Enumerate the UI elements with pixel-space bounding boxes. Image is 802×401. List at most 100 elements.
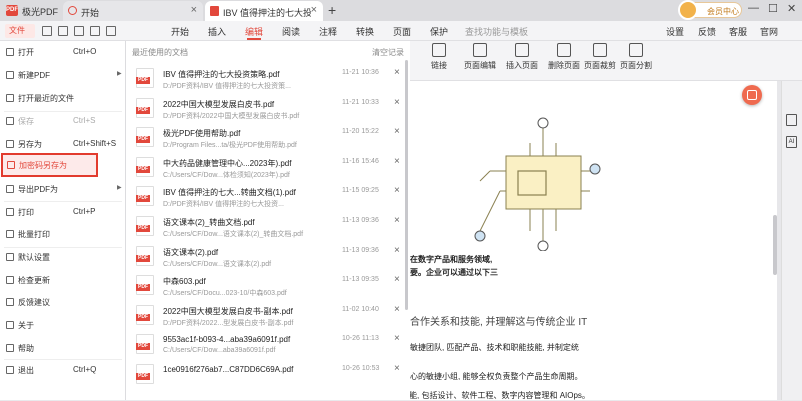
save-as-icon: [6, 140, 14, 148]
search-input[interactable]: 查找功能与模板: [465, 25, 528, 38]
list-item[interactable]: PDF 2022中国大模型发展白皮书.pdf D:/PDF资料/2022中国大模型发…: [126, 93, 408, 123]
file-menu-about[interactable]: 关于: [0, 314, 126, 336]
menu-page[interactable]: 页面: [393, 25, 411, 38]
remove-icon[interactable]: ×: [394, 97, 400, 108]
file-menu-batch-print[interactable]: 批量打印: [0, 223, 126, 245]
file-menu-open[interactable]: 打开 Ctrl+O: [0, 41, 126, 63]
chip-illustration: [474, 117, 601, 251]
list-item[interactable]: PDF 中森603.pdf C:/Users/CF/Docu...023-10/中森…: [126, 270, 408, 300]
file-menu-save-as[interactable]: 另存为 Ctrl+Shift+S: [0, 133, 126, 155]
file-menu-feedback[interactable]: 反馈建议: [0, 291, 126, 313]
file-menu-save-with-password[interactable]: 加密码另存为: [1, 153, 98, 177]
list-item[interactable]: PDF IBV 值得押注的七大...转曲文档(1).pdf D:/PDF资料/IBV…: [126, 181, 408, 211]
new-tab-button[interactable]: +: [328, 2, 336, 18]
file-path: D:/PDF资料/IBV 值得押注的七大投资...: [163, 201, 284, 209]
file-menu-help[interactable]: 帮助: [0, 337, 126, 359]
doc-text-line: 在数字产品和服务领域,: [410, 255, 493, 264]
remove-icon[interactable]: ×: [394, 274, 400, 285]
file-menu-exit[interactable]: 退出 Ctrl+Q: [0, 359, 126, 381]
menu-feedback[interactable]: 反馈: [698, 25, 716, 38]
list-item[interactable]: PDF 极光PDF使用帮助.pdf D:/Program Files...ta/极光…: [126, 122, 408, 152]
menu-edit[interactable]: 编辑: [245, 25, 263, 38]
menu-read[interactable]: 阅读: [282, 25, 300, 38]
title-bar: PDF 极光PDF 开始 × IBV 值得押注的七大投资 × + 会员中心 — …: [0, 0, 802, 21]
save-icon[interactable]: [42, 26, 52, 36]
menu-convert[interactable]: 转换: [356, 25, 374, 38]
crop-page-button[interactable]: 页面裁剪: [580, 43, 620, 71]
list-item[interactable]: PDF 语文课本(2).pdf C:/Users/CF/Dow...语文课本(2).…: [126, 241, 408, 271]
menu-label: 检查更新: [18, 276, 50, 285]
avatar[interactable]: [678, 0, 698, 20]
list-item[interactable]: PDF 2022中国大模型发展白皮书-副本.pdf D:/PDF资料/2022...…: [126, 300, 408, 330]
list-item[interactable]: PDF 语文课本(2)_转曲文档.pdf C:/Users/CF/Dow...语文课…: [126, 211, 408, 241]
list-item[interactable]: PDF IBV 值得押注的七大投资策略.pdf D:/PDF资料/IBV 值得押注的…: [126, 63, 408, 93]
close-icon[interactable]: ×: [191, 4, 197, 16]
split-page-button[interactable]: 页面分割: [616, 43, 656, 71]
minimize-button[interactable]: —: [748, 2, 759, 14]
ai-icon[interactable]: AI: [786, 136, 797, 148]
menu-annotate[interactable]: 注释: [319, 25, 337, 38]
file-path: D:/PDF资料/2022...型发展白皮书-副本.pdf: [163, 319, 294, 327]
insert-page-button[interactable]: 插入页面: [502, 43, 542, 71]
file-menu-print[interactable]: 打印 Ctrl+P: [0, 201, 126, 223]
list-item[interactable]: PDF 1ce0916f276ab7...C87DD6C69A.pdf 10-26 …: [126, 359, 408, 389]
document-scrollbar[interactable]: [773, 215, 777, 275]
remove-icon[interactable]: ×: [394, 185, 400, 196]
file-menu-button[interactable]: 文件: [5, 24, 35, 38]
file-path: D:/Program Files...ta/极光PDF使用帮助.pdf: [163, 142, 297, 150]
menu-bar: 文件 开始 插入 编辑 阅读 注释 转换 页面 保护 查找功能与模板 设置 反馈…: [0, 21, 802, 41]
file-menu-default-settings[interactable]: 默认设置: [0, 246, 126, 268]
properties-icon[interactable]: [786, 114, 797, 126]
remove-icon[interactable]: ×: [394, 304, 400, 315]
redo-icon[interactable]: [106, 26, 116, 36]
menu-label: 反馈建议: [18, 298, 50, 307]
delete-page-button[interactable]: 删除页面: [544, 43, 584, 71]
menu-label: 关于: [18, 321, 34, 330]
tab-document[interactable]: IBV 值得押注的七大投资 ×: [205, 1, 323, 21]
remove-icon[interactable]: ×: [394, 156, 400, 167]
file-menu-recent[interactable]: 打开最近的文件: [0, 87, 126, 109]
page-edit-button[interactable]: 页面编辑: [460, 43, 500, 71]
recent-scrollbar[interactable]: [405, 60, 408, 310]
link-button[interactable]: 链接: [426, 43, 452, 71]
menu-start[interactable]: 开始: [171, 25, 189, 38]
menu-service[interactable]: 客服: [729, 25, 747, 38]
lock-icon: [7, 161, 15, 169]
pdf-file-icon: PDF: [136, 245, 154, 266]
remove-icon[interactable]: ×: [394, 333, 400, 344]
clear-history-button[interactable]: 清空记录: [372, 47, 404, 58]
menu-website[interactable]: 官网: [760, 25, 778, 38]
close-window-button[interactable]: ✕: [787, 2, 796, 15]
remove-icon[interactable]: ×: [394, 126, 400, 137]
file-name: IBV 值得押注的七大...转曲文档(1).pdf: [163, 188, 296, 198]
remove-icon[interactable]: ×: [394, 215, 400, 226]
page-edit-icon: [473, 43, 487, 57]
tool-icon: [747, 90, 757, 100]
close-icon[interactable]: ×: [311, 4, 317, 16]
file-menu-save[interactable]: 保存 Ctrl+S: [0, 110, 126, 132]
list-item[interactable]: PDF 中大药品健康管理中心...2023年).pdf C:/Users/CF/Do…: [126, 152, 408, 182]
print-icon[interactable]: [74, 26, 84, 36]
file-menu-new-pdf[interactable]: 新建PDF ▶: [0, 64, 126, 86]
maximize-button[interactable]: ☐: [768, 2, 778, 15]
menu-insert[interactable]: 插入: [208, 25, 226, 38]
list-item[interactable]: PDF 9553ac1f-b093-4...aba39a6091f.pdf C:/U…: [126, 329, 408, 359]
undo-icon[interactable]: [90, 26, 100, 36]
menu-protect[interactable]: 保护: [430, 25, 448, 38]
submenu-arrow-icon: ▶: [117, 71, 122, 77]
remove-icon[interactable]: ×: [394, 67, 400, 78]
file-path: C:/Users/CF/Dow...语文课本(2)_转曲文档.pdf: [163, 231, 304, 238]
menu-label: 打开最近的文件: [18, 94, 74, 103]
open-icon[interactable]: [58, 26, 68, 36]
menu-settings[interactable]: 设置: [666, 25, 684, 38]
remove-icon[interactable]: ×: [394, 245, 400, 256]
tab-start[interactable]: 开始 ×: [63, 1, 203, 21]
file-menu-check-update[interactable]: 检查更新: [0, 269, 126, 291]
file-path: D:/PDF资料/2022中国大模型发展白皮书.pdf: [163, 112, 300, 120]
floating-tool-button[interactable]: [742, 85, 762, 105]
file-menu-export[interactable]: 导出PDF为 ▶: [0, 178, 126, 200]
menu-label: 加密码另存为: [19, 161, 67, 170]
remove-icon[interactable]: ×: [394, 363, 400, 374]
export-icon: [6, 185, 14, 193]
recent-documents-panel: 最近使用的文档 清空记录 PDF IBV 值得押注的七大投资策略.pdf D:/PD…: [126, 41, 410, 400]
